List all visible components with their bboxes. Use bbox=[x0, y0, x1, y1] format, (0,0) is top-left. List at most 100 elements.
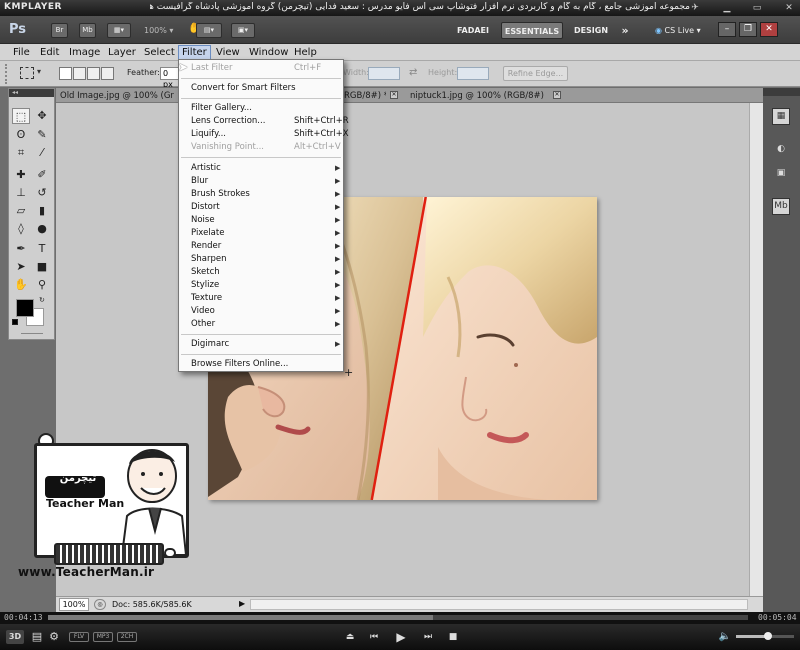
volume-icon[interactable]: 🔈 bbox=[718, 629, 732, 645]
status-menu-arrow-icon[interactable]: ▶ bbox=[239, 599, 245, 608]
playlist-icon[interactable]: ▤ bbox=[30, 629, 44, 645]
menu-item-browse-filters-online[interactable]: Browse Filters Online... bbox=[191, 358, 341, 371]
zoom-level-select[interactable]: 100% ▾ bbox=[144, 23, 178, 38]
tab-close-icon[interactable]: ✕ bbox=[553, 91, 561, 99]
cs-live-menu[interactable]: ◉ CS Live ▾ bbox=[655, 22, 709, 39]
height-input[interactable] bbox=[457, 67, 489, 80]
menu-item-brush-strokes[interactable]: Brush Strokes ▶ bbox=[191, 188, 341, 201]
arrange-documents-button[interactable]: ▤▾ bbox=[196, 23, 222, 38]
crop-tool-icon[interactable]: ⌗ bbox=[12, 145, 30, 161]
zoom-tool-icon[interactable]: ⚲ bbox=[33, 277, 51, 293]
menu-help[interactable]: Help bbox=[291, 45, 320, 60]
menu-item-noise[interactable]: Noise ▶ bbox=[191, 214, 341, 227]
launch-minibridge-button[interactable]: Mb bbox=[79, 23, 96, 38]
menu-window[interactable]: Window bbox=[246, 45, 291, 60]
move-tool-icon[interactable]: ✥ bbox=[33, 108, 51, 124]
marquee-tool-preset-icon[interactable] bbox=[20, 67, 34, 79]
foreground-color-swatch[interactable] bbox=[16, 299, 34, 317]
path-selection-tool-icon[interactable]: ➤ bbox=[12, 259, 30, 275]
workspace-essentials[interactable]: ESSENTIALS bbox=[501, 22, 563, 39]
view-extras-button[interactable]: ▦▾ bbox=[107, 23, 131, 38]
width-input[interactable] bbox=[368, 67, 400, 80]
menu-image[interactable]: Image bbox=[66, 45, 103, 60]
menu-filter[interactable]: Filter bbox=[178, 45, 211, 60]
minibridge-panel-icon[interactable]: Mb bbox=[772, 198, 790, 215]
gradient-tool-icon[interactable]: ▮ bbox=[33, 203, 51, 219]
3d-mode-button[interactable]: 3D bbox=[6, 630, 24, 644]
horizontal-scrollbar[interactable] bbox=[250, 599, 748, 610]
hand-tool-icon[interactable]: ✋ bbox=[12, 277, 30, 293]
history-brush-tool-icon[interactable]: ↺ bbox=[33, 185, 51, 201]
menu-item-sharpen[interactable]: Sharpen ▶ bbox=[191, 253, 341, 266]
window-restore-button[interactable]: ❐ bbox=[739, 22, 757, 37]
previous-icon[interactable]: ⏮ bbox=[367, 629, 381, 645]
default-colors-icon[interactable] bbox=[12, 319, 18, 325]
maximize-icon[interactable]: ▭ bbox=[750, 2, 764, 14]
clone-stamp-tool-icon[interactable]: ⊥ bbox=[12, 185, 30, 201]
tab-close-icon[interactable]: ✕ bbox=[390, 91, 398, 99]
menu-file[interactable]: File bbox=[10, 45, 33, 60]
next-icon[interactable]: ⏭ bbox=[421, 629, 435, 645]
menu-item-convert-smart-filters[interactable]: Convert for Smart Filters bbox=[191, 82, 341, 95]
menu-item-render[interactable]: Render ▶ bbox=[191, 240, 341, 253]
workspace-fadaei[interactable]: FADAEI bbox=[453, 22, 493, 39]
workspace-design[interactable]: DESIGN bbox=[571, 22, 611, 39]
menu-item-blur[interactable]: Blur ▶ bbox=[191, 175, 341, 188]
tab-active-document[interactable]: RGB/8#) * bbox=[344, 89, 386, 103]
blur-tool-icon[interactable]: ◊ bbox=[12, 221, 30, 237]
dock-header[interactable] bbox=[763, 88, 800, 96]
window-minimize-button[interactable]: – bbox=[718, 22, 736, 37]
lasso-tool-icon[interactable]: ʘ bbox=[12, 127, 30, 143]
swap-colors-icon[interactable]: ↻ bbox=[39, 296, 45, 304]
refine-edge-button[interactable]: Refine Edge... bbox=[503, 66, 568, 81]
menu-item-artistic[interactable]: Artistic ▶ bbox=[191, 162, 341, 175]
preset-dropdown-icon[interactable]: ▾ bbox=[37, 67, 41, 76]
menu-item-sketch[interactable]: Sketch ▶ bbox=[191, 266, 341, 279]
pen-tool-icon[interactable]: ✒ bbox=[12, 241, 30, 257]
settings-gear-icon[interactable]: ⚙ bbox=[47, 629, 61, 645]
menu-item-liquify[interactable]: Liquify... Shift+Ctrl+X bbox=[191, 128, 349, 141]
rectangular-marquee-tool-icon[interactable]: ⬚ bbox=[12, 108, 30, 124]
add-to-selection-icon[interactable] bbox=[73, 67, 86, 80]
menu-edit[interactable]: Edit bbox=[37, 45, 62, 60]
play-icon[interactable]: ▶ bbox=[393, 629, 409, 645]
swatches-panel-icon[interactable]: ▦ bbox=[772, 108, 790, 125]
subtract-from-selection-icon[interactable] bbox=[87, 67, 100, 80]
screen-mode-button[interactable]: ▣▾ bbox=[231, 23, 255, 38]
swap-dimensions-icon[interactable]: ⇄ bbox=[409, 67, 417, 78]
menu-select[interactable]: Select bbox=[141, 45, 178, 60]
eyedropper-tool-icon[interactable]: ⁄ bbox=[33, 145, 51, 161]
menu-item-digimarc[interactable]: Digimarc ▶ bbox=[191, 338, 341, 351]
menu-item-stylize[interactable]: Stylize ▶ bbox=[191, 279, 341, 292]
status-info-icon[interactable]: ◎ bbox=[94, 599, 106, 610]
status-zoom-field[interactable]: 100% bbox=[59, 598, 89, 611]
menu-item-video[interactable]: Video ▶ bbox=[191, 305, 341, 318]
tab-old-image[interactable]: Old Image.jpg @ 100% (Gr bbox=[60, 89, 178, 103]
stop-icon[interactable]: ■ bbox=[446, 629, 460, 645]
dodge-tool-icon[interactable]: ● bbox=[33, 221, 51, 237]
menu-item-filter-gallery[interactable]: Filter Gallery... bbox=[191, 102, 341, 115]
menu-layer[interactable]: Layer bbox=[105, 45, 139, 60]
tools-panel-header[interactable]: ◂◂ bbox=[9, 89, 54, 97]
masks-panel-icon[interactable]: ▣ bbox=[772, 166, 790, 183]
menu-item-texture[interactable]: Texture ▶ bbox=[191, 292, 341, 305]
menu-item-lens-correction[interactable]: Lens Correction... Shift+Ctrl+R bbox=[191, 115, 349, 128]
minimize-icon[interactable]: ▁ bbox=[720, 2, 734, 14]
menu-view[interactable]: View bbox=[213, 45, 243, 60]
vertical-scrollbar[interactable] bbox=[749, 103, 763, 596]
launch-bridge-button[interactable]: Br bbox=[51, 23, 68, 38]
menu-item-distort[interactable]: Distort ▶ bbox=[191, 201, 341, 214]
feather-input[interactable]: 0 px bbox=[160, 67, 180, 89]
quick-selection-tool-icon[interactable]: ✎ bbox=[33, 127, 51, 143]
more-workspaces-button[interactable]: » bbox=[617, 22, 633, 39]
close-icon[interactable]: ✕ bbox=[782, 2, 796, 14]
new-selection-icon[interactable] bbox=[59, 67, 72, 80]
menu-item-pixelate[interactable]: Pixelate ▶ bbox=[191, 227, 341, 240]
spot-healing-tool-icon[interactable]: ✚ bbox=[12, 167, 30, 183]
eject-icon[interactable]: ⏏ bbox=[343, 629, 357, 645]
rectangle-tool-icon[interactable]: ■ bbox=[33, 259, 51, 275]
menu-item-other[interactable]: Other ▶ bbox=[191, 318, 341, 331]
type-tool-icon[interactable]: T bbox=[33, 241, 51, 257]
volume-knob[interactable] bbox=[764, 632, 772, 640]
intersect-selection-icon[interactable] bbox=[101, 67, 114, 80]
